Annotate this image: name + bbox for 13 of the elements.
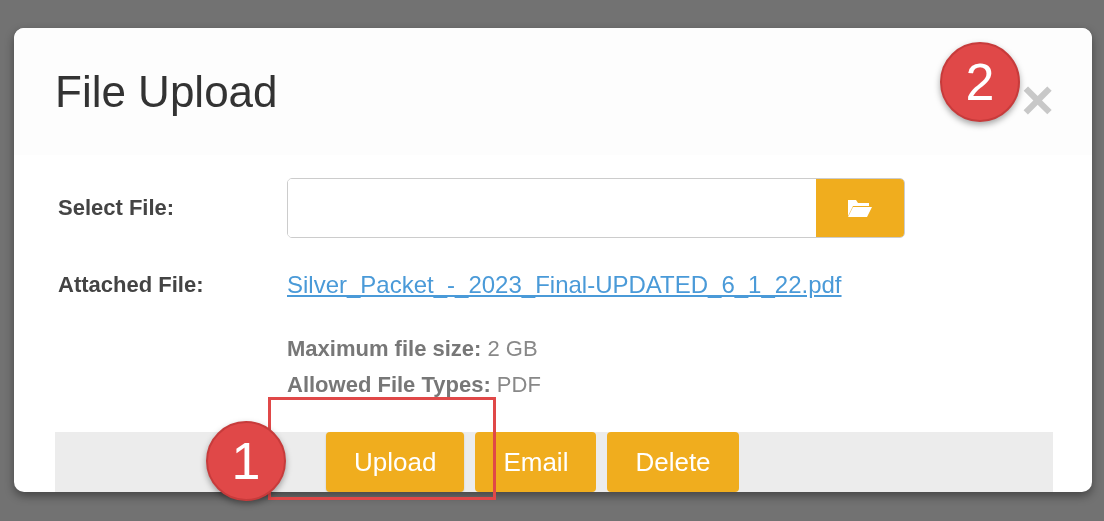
info-text: Maximum file size: 2 GB xyxy=(287,335,539,363)
field-label: Select File: xyxy=(58,195,176,221)
dialog-title: File Upload xyxy=(55,66,278,117)
close-button[interactable]: × xyxy=(1021,71,1054,128)
action-button[interactable]: Delete xyxy=(607,432,739,492)
action-button[interactable]: Email xyxy=(475,432,597,492)
folder-icon xyxy=(847,198,873,218)
file-input-field[interactable] xyxy=(287,178,905,238)
field-label: Attached File: xyxy=(58,271,205,299)
action-button[interactable]: Upload xyxy=(326,432,465,492)
info-text: Allowed File Types: PDF xyxy=(287,371,542,399)
attached-file-link[interactable]: Silver_Packet_-_2023_Final-UPDATED_6_1_22.pdf xyxy=(287,271,842,299)
browse-button[interactable] xyxy=(816,179,904,237)
